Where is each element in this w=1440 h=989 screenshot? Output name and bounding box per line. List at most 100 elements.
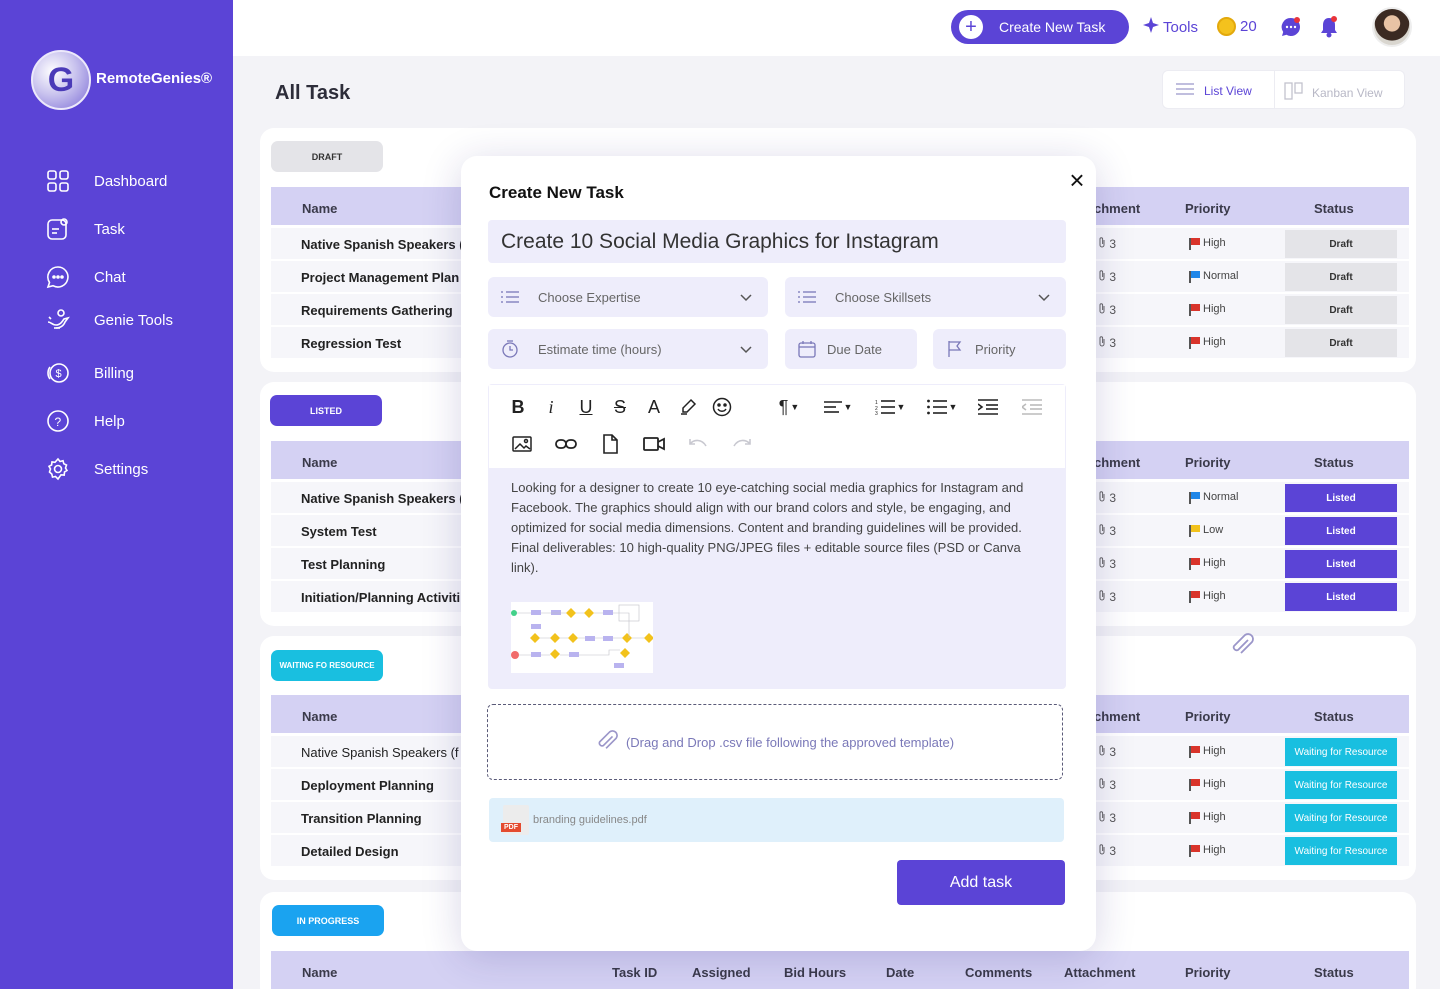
sidebar-item-chat[interactable]: Chat [46, 264, 126, 290]
grid-icon [46, 169, 70, 193]
toggle-divider [1274, 71, 1275, 108]
align-icon[interactable]: ▼ [821, 394, 855, 420]
strikethrough-icon[interactable]: S [606, 394, 634, 420]
bullet-list-icon[interactable]: ▼ [925, 394, 959, 420]
status-badge[interactable]: Listed [1285, 583, 1397, 611]
status-badge[interactable]: Listed [1285, 484, 1397, 512]
priority-indicator: High [1189, 778, 1226, 791]
task-name[interactable]: Test Planning [301, 557, 385, 572]
highlighter-icon[interactable] [674, 394, 702, 420]
flag-icon [1189, 590, 1200, 603]
task-name[interactable]: Initiation/Planning Activiti [301, 590, 460, 605]
status-badge[interactable]: Draft [1285, 230, 1397, 258]
status-badge[interactable]: Waiting for Resource [1285, 738, 1397, 766]
task-name[interactable]: Deployment Planning [301, 778, 434, 793]
task-name[interactable]: Native Spanish Speakers ( [301, 491, 464, 506]
due-date-field[interactable]: Due Date [785, 329, 917, 369]
create-task-button[interactable]: + Create New Task [951, 10, 1129, 44]
priority-indicator: Normal [1189, 270, 1238, 283]
attachment-count: 3 [1098, 303, 1116, 317]
paragraph-icon[interactable]: ¶ ▼ [772, 394, 806, 420]
indent-icon[interactable] [974, 394, 1002, 420]
svg-text:?: ? [55, 415, 62, 429]
attached-file[interactable]: PDF branding guidelines.pdf [489, 798, 1064, 842]
svg-text:3: 3 [875, 411, 878, 415]
ordered-list-icon[interactable]: 1 2 3 ▼ [873, 394, 907, 420]
underline-icon[interactable]: U [572, 394, 600, 420]
outdent-icon[interactable] [1018, 394, 1046, 420]
attachment-count: 3 [1098, 557, 1116, 571]
attachment-count: 3 [1098, 336, 1116, 350]
kanban-view-tab[interactable]: Kanban View [1284, 82, 1383, 103]
image-icon[interactable] [508, 431, 536, 457]
pdf-icon: PDF [501, 805, 529, 835]
task-name[interactable]: Native Spanish Speakers (f [301, 745, 459, 760]
status-badge[interactable]: Draft [1285, 329, 1397, 357]
close-icon[interactable]: × [1066, 167, 1088, 193]
flag-icon [1189, 524, 1200, 537]
redo-icon[interactable] [728, 431, 756, 457]
undo-icon[interactable] [684, 431, 712, 457]
link-icon[interactable] [552, 431, 580, 457]
status-badge-draft[interactable]: DRAFT [271, 141, 383, 172]
add-task-button[interactable]: Add task [897, 860, 1065, 905]
coin-icon [1217, 17, 1236, 36]
status-badge[interactable]: Waiting for Resource [1285, 804, 1397, 832]
priority-indicator: High [1189, 590, 1226, 603]
task-name[interactable]: Project Management Plan [301, 270, 459, 285]
status-badge-listed[interactable]: LISTED [270, 395, 382, 426]
priority-indicator: Normal [1189, 491, 1238, 504]
task-name[interactable]: Detailed Design [301, 844, 399, 859]
italic-icon[interactable]: i [537, 394, 565, 420]
flag-icon [1189, 745, 1200, 758]
sidebar-item-label: Dashboard [94, 172, 168, 190]
skillsets-select[interactable]: Choose Skillsets [785, 277, 1066, 317]
plus-icon: + [959, 15, 983, 39]
task-title-input[interactable] [488, 220, 1066, 263]
priority-indicator: High [1189, 336, 1226, 349]
sidebar-item-genie-tools[interactable]: Genie Tools [46, 307, 173, 333]
status-badge[interactable]: Waiting for Resource [1285, 771, 1397, 799]
sidebar-item-billing[interactable]: $ Billing [46, 360, 134, 386]
sidebar-item-task[interactable]: Task [46, 216, 125, 242]
text-color-icon[interactable]: A [640, 394, 668, 420]
coin-balance: 20 [1217, 17, 1257, 36]
bell-icon[interactable] [1318, 15, 1340, 44]
list-view-tab[interactable]: List View [1176, 82, 1252, 99]
description-text: Looking for a designer to create 10 eye-… [511, 480, 1024, 575]
list-icon [1176, 82, 1194, 99]
status-badge-waiting[interactable]: WAITING FO RESOURCE [271, 650, 383, 681]
status-badge[interactable]: Draft [1285, 296, 1397, 324]
user-avatar[interactable] [1372, 7, 1412, 47]
attachment-count: 3 [1098, 778, 1116, 792]
flag-icon [1189, 270, 1200, 283]
task-name[interactable]: System Test [301, 524, 377, 539]
status-badge[interactable]: Listed [1285, 517, 1397, 545]
priority-field[interactable]: Priority [933, 329, 1066, 369]
gear-icon [46, 457, 70, 481]
estimate-time-select[interactable]: Estimate time (hours) [488, 329, 768, 369]
status-badge[interactable]: Waiting for Resource [1285, 837, 1397, 865]
csv-dropzone[interactable]: (Drag and Drop .csv file following the a… [487, 704, 1063, 780]
tools-button[interactable]: Tools [1143, 17, 1198, 37]
video-icon[interactable] [640, 431, 668, 457]
chevron-down-icon [740, 290, 752, 305]
file-icon[interactable] [596, 431, 624, 457]
modal-title: Create New Task [489, 183, 624, 202]
task-name[interactable]: Regression Test [301, 336, 401, 351]
task-name[interactable]: Transition Planning [301, 811, 422, 826]
task-name[interactable]: Native Spanish Speakers ( [301, 237, 464, 252]
task-name[interactable]: Requirements Gathering [301, 303, 453, 318]
chat-notification-icon[interactable] [1280, 16, 1302, 43]
sidebar-item-dashboard[interactable]: Dashboard [46, 168, 167, 194]
status-badge[interactable]: Listed [1285, 550, 1397, 578]
status-badge[interactable]: Draft [1285, 263, 1397, 291]
status-badge-in-progress[interactable]: IN PROGRESS [272, 905, 384, 936]
sidebar-item-settings[interactable]: Settings [46, 456, 148, 482]
emoji-icon[interactable] [708, 394, 736, 420]
sidebar-item-help[interactable]: ? Help [46, 408, 125, 434]
svg-text:$: $ [56, 368, 62, 380]
expertise-select[interactable]: Choose Expertise [488, 277, 768, 317]
kanban-icon [1284, 82, 1304, 103]
bold-icon[interactable]: B [504, 394, 532, 420]
